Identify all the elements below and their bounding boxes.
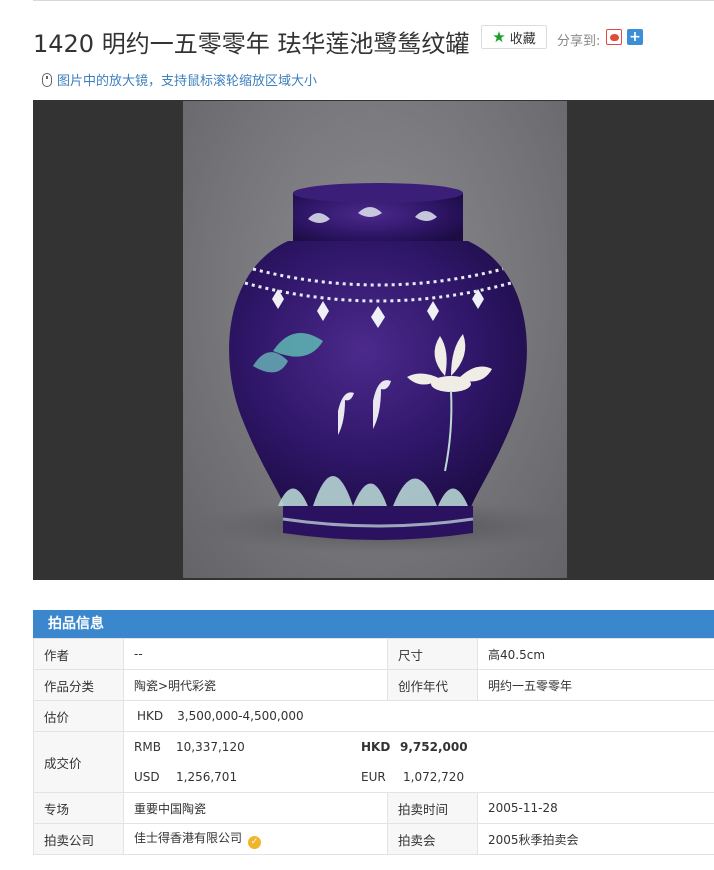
estimate-currency: HKD bbox=[137, 709, 164, 723]
estimate-value: HKD 3,500,000-4,500,000 bbox=[123, 700, 714, 732]
estimate-range: 3,500,000-4,500,000 bbox=[177, 709, 304, 723]
page-title: 1420 明约一五零零年 珐华莲池鹭鸶纹罐 bbox=[33, 30, 470, 58]
date-value: 2005-11-28 bbox=[477, 792, 714, 824]
star-icon: ★ bbox=[492, 27, 506, 46]
zoom-hint-text: 图片中的放大镜，支持鼠标滚轮缩放区域大小 bbox=[57, 74, 318, 89]
session-value[interactable]: 重要中国陶瓷 bbox=[123, 792, 388, 824]
artwork-photo[interactable] bbox=[183, 101, 573, 578]
year-label: 创作年代 bbox=[387, 669, 478, 701]
company-cell: 佳士得香港有限公司 ✓ bbox=[123, 823, 388, 855]
deal-usd-currency: USD bbox=[134, 770, 160, 784]
deal-eur-value: 1,072,720 bbox=[403, 770, 465, 784]
section-header-lot-info: 拍品信息 bbox=[33, 610, 714, 638]
deal-eur-currency: EUR bbox=[361, 770, 386, 784]
top-divider bbox=[33, 0, 714, 1]
more-share-icon[interactable]: + bbox=[627, 29, 643, 45]
auction-label: 拍卖会 bbox=[387, 823, 478, 855]
deal-label: 成交价 bbox=[33, 731, 124, 793]
table-row: 专场 重要中国陶瓷 拍卖时间 2005-11-28 bbox=[33, 792, 714, 824]
jar-illustration bbox=[193, 183, 573, 554]
table-row: 成交价 RMB 10,337,120 HKD 9,752,000 USD 1,2… bbox=[33, 731, 714, 793]
table-row: 估价 HKD 3,500,000-4,500,000 bbox=[33, 700, 714, 732]
image-viewer[interactable] bbox=[33, 100, 714, 580]
category-value: 陶瓷>明代彩瓷 bbox=[123, 669, 388, 701]
author-value: -- bbox=[123, 638, 388, 670]
favorite-label: 收藏 bbox=[509, 31, 536, 47]
company-label: 拍卖公司 bbox=[33, 823, 124, 855]
deal-rmb-currency: RMB bbox=[134, 740, 161, 754]
size-value: 高40.5cm bbox=[477, 638, 714, 670]
date-label: 拍卖时间 bbox=[387, 792, 478, 824]
table-row: 拍卖公司 佳士得香港有限公司 ✓ 拍卖会 2005秋季拍卖会 bbox=[33, 823, 714, 855]
mouse-icon bbox=[42, 72, 52, 87]
lot-info-table: 作者 -- 尺寸 高40.5cm 作品分类 陶瓷>明代彩瓷 创作年代 明约一五零… bbox=[33, 638, 714, 855]
deal-prices: RMB 10,337,120 HKD 9,752,000 USD 1,256,7… bbox=[123, 731, 714, 793]
share-label: 分享到: bbox=[557, 34, 601, 49]
table-row: 作者 -- 尺寸 高40.5cm bbox=[33, 638, 714, 670]
table-row: 作品分类 陶瓷>明代彩瓷 创作年代 明约一五零零年 bbox=[33, 669, 714, 701]
deal-hkd-value: 9,752,000 bbox=[400, 740, 468, 754]
auction-value[interactable]: 2005秋季拍卖会 bbox=[477, 823, 714, 855]
company-value[interactable]: 佳士得香港有限公司 bbox=[134, 831, 242, 845]
session-label: 专场 bbox=[33, 792, 124, 824]
author-label: 作者 bbox=[33, 638, 124, 670]
size-label: 尺寸 bbox=[387, 638, 478, 670]
deal-hkd-currency: HKD bbox=[361, 740, 391, 754]
deal-usd-value: 1,256,701 bbox=[176, 770, 238, 784]
weibo-share-icon[interactable] bbox=[606, 29, 622, 45]
year-value: 明约一五零零年 bbox=[477, 669, 714, 701]
category-label: 作品分类 bbox=[33, 669, 124, 701]
verified-badge-icon: ✓ bbox=[248, 836, 262, 849]
zoom-hint: 图片中的放大镜，支持鼠标滚轮缩放区域大小 bbox=[42, 70, 317, 89]
deal-rmb-value: 10,337,120 bbox=[176, 740, 245, 754]
favorite-button[interactable]: ★ 收藏 bbox=[481, 25, 547, 49]
estimate-label: 估价 bbox=[33, 700, 124, 732]
